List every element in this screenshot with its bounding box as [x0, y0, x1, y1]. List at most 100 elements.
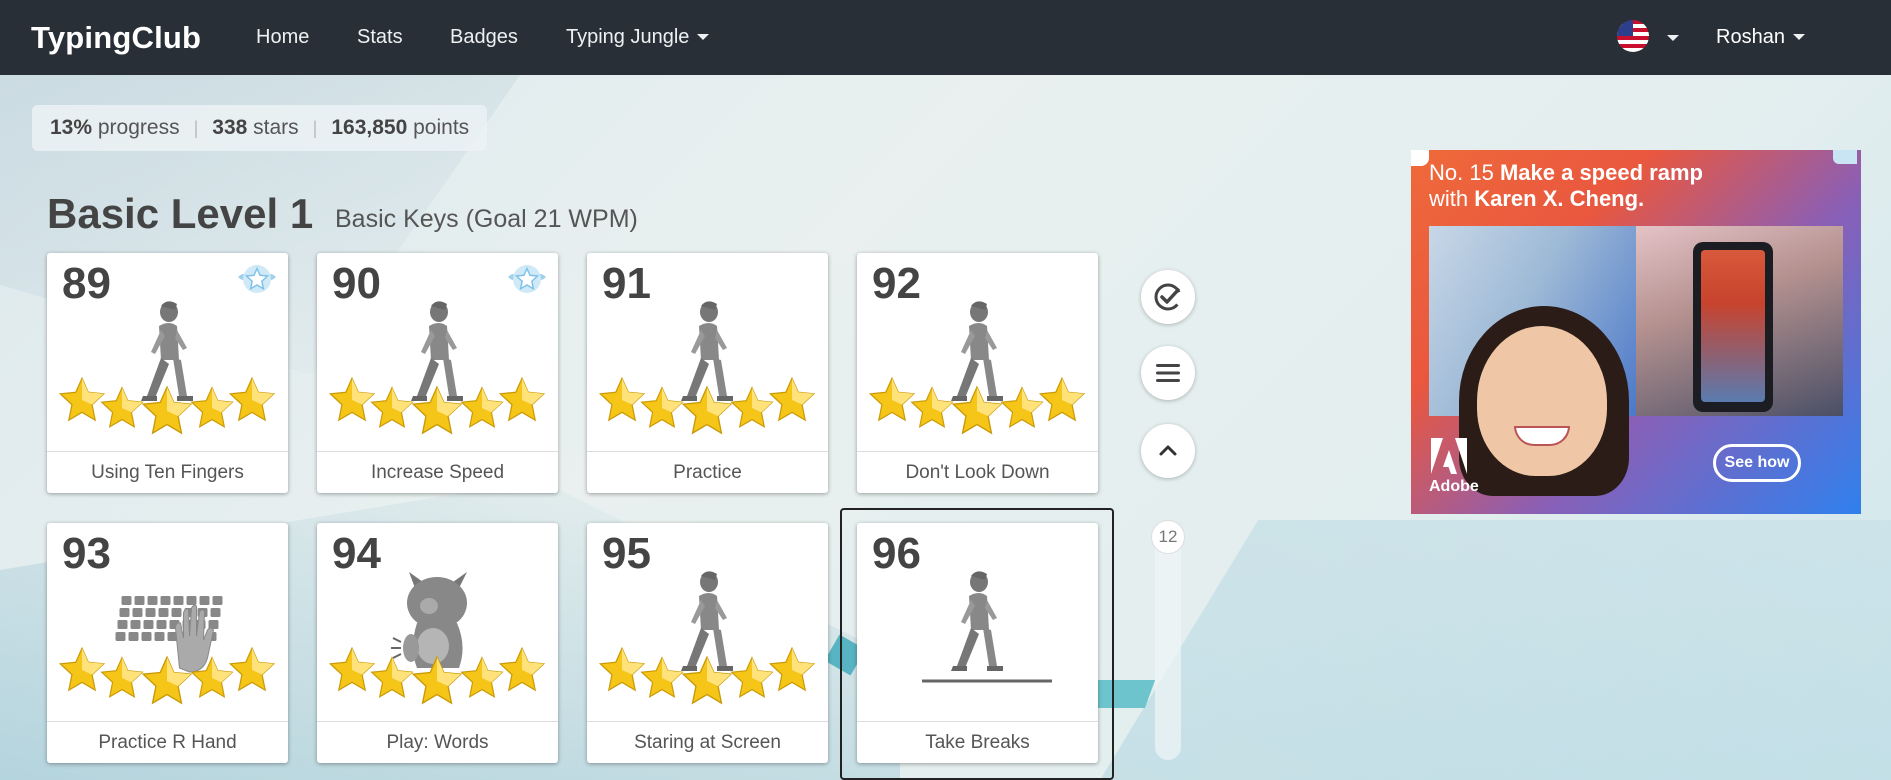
star-icon: [370, 656, 414, 699]
top-navbar: TypingClub Home Stats Badges Typing Jung…: [0, 0, 1891, 75]
star-icon: [58, 376, 106, 422]
lesson-tile[interactable]: 91 Practice: [587, 253, 828, 493]
ground-line: [922, 679, 1052, 683]
lesson-tile[interactable]: 89 Using Ten Fingers: [47, 253, 288, 493]
lesson-number: 90: [332, 259, 381, 308]
star-icon: [598, 646, 646, 692]
menu-button[interactable]: [1141, 346, 1195, 400]
lesson-tile[interactable]: 90 Increase Speed: [317, 253, 558, 493]
lesson-label: Practice R Hand: [47, 721, 288, 763]
stars-label: stars: [253, 116, 299, 139]
star-icon: [100, 386, 144, 429]
lesson-number: 95: [602, 529, 651, 578]
lesson-number: 92: [872, 259, 921, 308]
ad-headline: No. 15 Make a speed ramp with Karen X. C…: [1429, 160, 1849, 212]
brand-logo[interactable]: TypingClub: [31, 20, 201, 56]
progress-summary: 13% progress | 338 stars | 163,850 point…: [32, 105, 488, 151]
points-label: points: [413, 116, 470, 139]
lesson-label: Staring at Screen: [587, 721, 828, 763]
lesson-tile[interactable]: 96 Take Breaks: [857, 523, 1098, 763]
lesson-tile[interactable]: 95 Staring at Screen: [587, 523, 828, 763]
adobe-logo-icon: [1431, 438, 1467, 474]
star-rating: [598, 646, 816, 705]
us-flag-icon[interactable]: [1617, 20, 1649, 52]
scroll-up-button[interactable]: [1141, 424, 1195, 478]
progress-percent: 13%: [50, 116, 93, 139]
page-number: 12: [1151, 520, 1185, 554]
level-title: Basic Level 1: [47, 190, 314, 237]
star-icon: [910, 386, 954, 429]
lesson-label: Play: Words: [317, 721, 558, 763]
star-icon: [730, 386, 774, 429]
star-icon: [411, 385, 463, 435]
user-menu[interactable]: Roshan: [1716, 26, 1805, 49]
star-icon: [370, 386, 414, 429]
star-icon: [498, 646, 546, 692]
star-icon: [228, 376, 276, 422]
ad-headline-line2-prefix: with: [1429, 186, 1469, 211]
ad-shield-icon: [1411, 150, 1429, 166]
star-icon: [640, 386, 684, 429]
lesson-label: Practice: [587, 451, 828, 493]
nav-badges[interactable]: Badges: [450, 26, 518, 49]
nav-stats[interactable]: Stats: [357, 26, 403, 49]
ad-headline-prefix: No. 15: [1429, 160, 1494, 185]
ad-headline-bold: Make a speed ramp: [1499, 160, 1703, 185]
lesson-tile[interactable]: 92 Don't Look Down: [857, 253, 1098, 493]
star-icon: [868, 376, 916, 422]
lesson-tile[interactable]: 93 Practice R Hand: [47, 523, 288, 763]
star-rating: [58, 376, 276, 435]
lesson-number: 89: [62, 259, 111, 308]
advertisement[interactable]: No. 15 Make a speed ramp with Karen X. C…: [1411, 150, 1861, 514]
star-rating: [868, 376, 1086, 435]
chevron-down-icon: [697, 34, 710, 40]
star-icon: [411, 655, 463, 705]
lesson-number: 91: [602, 259, 651, 308]
check-progress-button[interactable]: [1141, 270, 1195, 324]
star-icon: [730, 656, 774, 699]
star-icon: [498, 376, 546, 422]
lesson-label: Increase Speed: [317, 451, 558, 493]
ad-headline-line2-bold: Karen X. Cheng.: [1474, 186, 1645, 211]
star-icon: [768, 376, 816, 422]
ad-brand: Adobe: [1429, 478, 1479, 495]
lesson-tile[interactable]: 94 Play: Words: [317, 523, 558, 763]
level-subtitle: Basic Keys (Goal 21 WPM): [335, 205, 638, 233]
star-icon: [681, 385, 733, 435]
star-icon: [1000, 386, 1044, 429]
lesson-number: 96: [872, 529, 921, 578]
star-icon: [598, 376, 646, 422]
nav-home[interactable]: Home: [256, 26, 309, 49]
chevron-up-icon: [1159, 445, 1177, 456]
lesson-label: Using Ten Fingers: [47, 451, 288, 493]
stars-count: 338: [212, 116, 248, 139]
star-icon: [328, 376, 376, 422]
star-icon: [58, 646, 106, 692]
check-circle-icon: [1154, 283, 1182, 311]
star-icon: [951, 385, 1003, 435]
star-icon: [190, 656, 234, 699]
background-shape: [1100, 520, 1891, 780]
nav-typing-jungle[interactable]: Typing Jungle: [566, 26, 710, 49]
star-rating: [328, 376, 546, 435]
star-rating: [328, 646, 546, 705]
hamburger-icon: [1156, 364, 1180, 382]
chevron-down-icon: [1792, 34, 1805, 40]
star-icon: [228, 646, 276, 692]
nav-typing-jungle-label: Typing Jungle: [566, 26, 690, 48]
divider: |: [193, 117, 199, 138]
lesson-number: 94: [332, 529, 381, 578]
star-badge-icon: [238, 265, 276, 293]
lesson-label: Take Breaks: [857, 721, 1098, 763]
page-scroller[interactable]: [1155, 520, 1181, 760]
ad-cta-button[interactable]: See how: [1713, 444, 1801, 482]
star-icon: [681, 655, 733, 705]
ad-photo-woman: [1429, 226, 1636, 496]
star-icon: [328, 646, 376, 692]
star-icon: [768, 646, 816, 692]
lesson-number: 93: [62, 529, 111, 578]
star-badge-icon: [508, 265, 546, 293]
chevron-down-icon[interactable]: [1667, 35, 1679, 41]
star-icon: [141, 655, 193, 705]
star-icon: [460, 656, 504, 699]
